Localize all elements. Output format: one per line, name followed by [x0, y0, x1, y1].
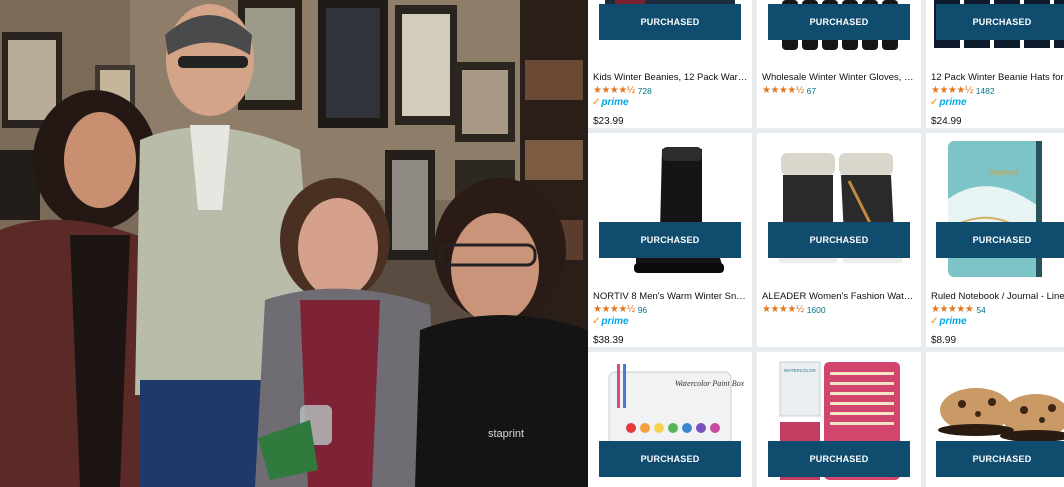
purchased-products-grid: PURCHASED Kids Winter Beanies, 12 Pack W…: [588, 0, 1064, 487]
star-rating-icon: ★★★★½: [931, 85, 973, 96]
review-count[interactable]: 54: [976, 305, 985, 315]
review-count[interactable]: 67: [807, 86, 816, 96]
svg-text:staprint: staprint: [488, 428, 524, 440]
prime-badge: ✓prime: [592, 97, 629, 108]
purchased-badge: PURCHASED: [936, 441, 1064, 477]
product-title[interactable]: Wholesale Winter Winter Gloves, …: [762, 72, 917, 83]
product-card[interactable]: PURCHASED Wholesale Winter Winter Gloves…: [757, 0, 921, 128]
product-image: [588, 141, 752, 281]
group-photo: staprint: [0, 0, 588, 487]
review-count[interactable]: 1482: [976, 86, 995, 96]
review-count[interactable]: 728: [638, 86, 652, 96]
prime-check-icon: ✓: [592, 97, 601, 108]
watercolor-label-text: WATERCOLOR: [784, 368, 817, 373]
star-rating-icon: ★★★★½: [762, 85, 804, 96]
prime-badge: ✓prime: [930, 97, 967, 108]
product-rating[interactable]: ★★★★½ 728: [593, 85, 652, 96]
prime-check-icon: ✓: [592, 316, 601, 327]
purchased-badge: PURCHASED: [599, 4, 741, 40]
review-count[interactable]: 96: [638, 305, 647, 315]
product-title[interactable]: ALEADER Women's Fashion Water…: [762, 291, 917, 302]
product-rating[interactable]: ★★★★★ 54: [931, 304, 986, 315]
product-card[interactable]: PURCHASED: [926, 352, 1064, 487]
product-rating[interactable]: ★★★★½ 67: [762, 85, 816, 96]
purchased-badge: PURCHASED: [599, 441, 741, 477]
product-rating[interactable]: ★★★★½ 1600: [762, 304, 826, 315]
star-rating-icon: ★★★★½: [762, 304, 804, 315]
product-price: $8.99: [931, 335, 957, 346]
review-count[interactable]: 1600: [807, 305, 826, 315]
product-image: Notebook: [926, 139, 1064, 281]
purchased-badge: PURCHASED: [768, 222, 910, 258]
product-card[interactable]: PURCHASED Kids Winter Beanies, 12 Pack W…: [588, 0, 752, 128]
star-rating-icon: ★★★★½: [593, 304, 635, 315]
product-card[interactable]: PURCHASED 12 Pack Winter Beanie Hats for…: [926, 0, 1064, 128]
notebook-script-text: Notebook: [987, 168, 1019, 177]
product-card[interactable]: WATERCOLOR PURCHASED: [757, 352, 921, 487]
product-card[interactable]: PURCHASED NORTIV 8 Men's Warm Winter Sno…: [588, 133, 752, 347]
purchased-badge: PURCHASED: [936, 4, 1064, 40]
product-rating[interactable]: ★★★★½ 1482: [931, 85, 995, 96]
prime-check-icon: ✓: [930, 316, 939, 327]
product-card[interactable]: Notebook PURCHASED Ruled Notebook / Jour…: [926, 133, 1064, 347]
purchased-badge: PURCHASED: [768, 4, 910, 40]
prime-check-icon: ✓: [930, 97, 939, 108]
paint-box-text: Watercolor Paint Box: [675, 379, 745, 388]
product-image: [757, 141, 921, 281]
product-card[interactable]: Watercolor Paint Box PURCHASED: [588, 352, 752, 487]
prime-badge: ✓prime: [930, 316, 967, 327]
purchased-badge: PURCHASED: [768, 441, 910, 477]
product-title[interactable]: Kids Winter Beanies, 12 Pack War…: [593, 72, 748, 83]
star-rating-icon: ★★★★★: [931, 304, 974, 315]
product-title[interactable]: 12 Pack Winter Beanie Hats for: [931, 72, 1064, 83]
product-title[interactable]: Ruled Notebook / Journal - Line: [931, 291, 1064, 302]
product-price: $38.39: [593, 335, 624, 346]
prime-badge: ✓prime: [592, 316, 629, 327]
star-rating-icon: ★★★★½: [593, 85, 635, 96]
purchased-badge: PURCHASED: [599, 222, 741, 258]
product-title[interactable]: NORTIV 8 Men's Warm Winter Sno…: [593, 291, 748, 302]
product-price: $23.99: [593, 116, 624, 127]
product-card[interactable]: PURCHASED ALEADER Women's Fashion Water……: [757, 133, 921, 347]
product-rating[interactable]: ★★★★½ 96: [593, 304, 647, 315]
product-price: $24.99: [931, 116, 962, 127]
purchased-badge: PURCHASED: [936, 222, 1064, 258]
